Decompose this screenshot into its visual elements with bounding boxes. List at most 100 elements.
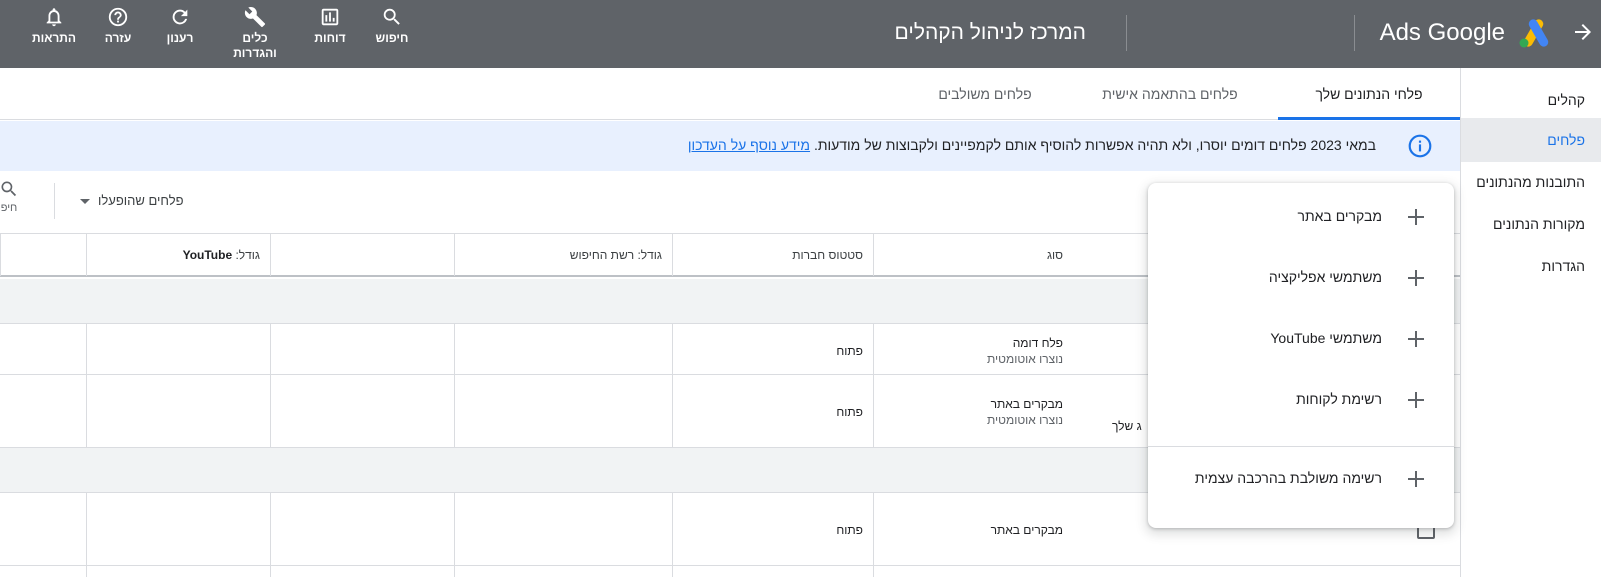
column-extra[interactable] bbox=[0, 234, 86, 276]
reports-icon bbox=[321, 8, 339, 26]
segment-name-partial: ג שלך bbox=[1112, 419, 1142, 433]
refresh-icon bbox=[172, 9, 188, 25]
menu-item-youtube-users[interactable]: משתמשי YouTube bbox=[1148, 309, 1454, 369]
info-icon bbox=[1408, 134, 1432, 158]
tools-label-line2: והגדרות bbox=[233, 46, 277, 60]
cell-size-network bbox=[270, 493, 454, 565]
help-label: עזרה bbox=[104, 31, 132, 45]
brand-divider bbox=[1354, 15, 1355, 51]
cell-size-search bbox=[454, 566, 672, 577]
search-label: חיפוש bbox=[375, 31, 409, 45]
reports-button[interactable]: דוחות bbox=[300, 6, 360, 46]
plus-icon bbox=[1408, 471, 1424, 487]
refresh-label: רענון bbox=[166, 31, 194, 45]
plus-icon bbox=[1408, 331, 1424, 347]
menu-item-website-visitors[interactable]: מבקרים באתר bbox=[1148, 187, 1454, 247]
search-icon bbox=[1, 181, 17, 197]
reports-label: דוחות bbox=[314, 31, 346, 45]
menu-item-custom-combination[interactable]: רשימה משולבת בהרכבה עצמית bbox=[1148, 449, 1454, 509]
cell-status: פתוח bbox=[672, 493, 873, 565]
menu-item-label: משתמשי YouTube bbox=[1270, 330, 1382, 346]
segment-filter-dropdown[interactable]: פלחים שהופעלו bbox=[80, 193, 184, 208]
sidebar-item-settings[interactable]: הגדרות bbox=[1461, 244, 1601, 288]
cell-size-network bbox=[270, 375, 454, 447]
cell-size-youtube bbox=[86, 324, 270, 374]
cell-type bbox=[873, 566, 1073, 577]
caret-down-icon bbox=[80, 199, 90, 205]
sidebar: קהלים פלחים התובנות מהנתונים מקורות הנתו… bbox=[1460, 68, 1601, 577]
column-size-youtube-prefix: גודל: bbox=[232, 248, 260, 262]
add-segment-menu: מבקרים באתר משתמשי אפליקציה משתמשי YouTu… bbox=[1148, 183, 1454, 528]
sidebar-item-data-sources[interactable]: מקורות הנתונים bbox=[1461, 202, 1601, 246]
cell-status: פתוח bbox=[672, 375, 873, 447]
sidebar-item-segments[interactable]: פלחים bbox=[1461, 118, 1601, 162]
help-button[interactable]: עזרה bbox=[88, 6, 148, 46]
help-icon bbox=[108, 7, 128, 27]
cell-status: פתוח bbox=[672, 324, 873, 374]
cell-size-network bbox=[270, 566, 454, 577]
column-size-search-network[interactable] bbox=[270, 234, 454, 276]
filter-divider bbox=[54, 183, 55, 219]
cell-type-name: מבקרים באתר bbox=[990, 397, 1063, 411]
cell-status-text: פתוח bbox=[836, 405, 863, 419]
cell-type-name: פלח דומה bbox=[1012, 336, 1063, 350]
column-membership-status[interactable]: סטטוס חברות bbox=[672, 234, 873, 276]
arrow-icon[interactable] bbox=[1571, 20, 1595, 44]
cell-size-youtube bbox=[86, 566, 270, 577]
page-title: המרכז לניהול הקהלים bbox=[894, 21, 1086, 44]
cell-type: פלח דומה נוצרו אוטומטית bbox=[873, 324, 1073, 374]
cell-status bbox=[672, 566, 873, 577]
menu-item-label: משתמשי אפליקציה bbox=[1268, 269, 1382, 285]
tools-label-line1: כלים bbox=[242, 31, 268, 45]
column-size-youtube[interactable]: גודל: YouTube bbox=[86, 234, 270, 276]
search-icon bbox=[383, 8, 400, 25]
tools-settings-button[interactable]: כלים והגדרות bbox=[225, 6, 285, 61]
refresh-button[interactable]: רענון bbox=[150, 6, 210, 46]
tab-custom-segments[interactable]: פלחים בהתאמה אישית bbox=[1090, 68, 1250, 120]
column-size-search[interactable]: גודל: רשת החיפוש bbox=[454, 234, 672, 276]
cell-size-search bbox=[454, 375, 672, 447]
brand-name: Ads Google bbox=[1379, 19, 1505, 46]
bell-icon bbox=[46, 8, 62, 27]
cell-size-search bbox=[454, 324, 672, 374]
notifications-label: התראות bbox=[31, 31, 77, 45]
plus-icon bbox=[1408, 270, 1424, 286]
plus-icon bbox=[1408, 392, 1424, 408]
table-search-button[interactable]: חיפ bbox=[0, 179, 24, 214]
cell-size-search bbox=[454, 493, 672, 565]
segment-filter-label: פלחים שהופעלו bbox=[98, 193, 184, 208]
column-type[interactable]: סוג bbox=[873, 234, 1073, 276]
cell-type-name: מבקרים באתר bbox=[990, 523, 1063, 537]
cell-size-youtube bbox=[86, 375, 270, 447]
notice-message: במאי 2023 פלחים דומים יוסרו, ולא תהיה אפ… bbox=[813, 137, 1376, 153]
title-divider bbox=[1126, 15, 1127, 51]
table-search-label: חיפ bbox=[0, 202, 18, 214]
tab-combined-segments[interactable]: פלחים משולבים bbox=[920, 68, 1050, 120]
tab-your-data-segments[interactable]: פלחי הנתונים שלך bbox=[1278, 68, 1460, 120]
top-bar: התראות עזרה רענון כלים והגדרות דוחות חיפ… bbox=[0, 0, 1601, 68]
cell-size-network bbox=[270, 324, 454, 374]
cell-type: מבקרים באתר bbox=[873, 493, 1073, 565]
cell-status-text: פתוח bbox=[836, 523, 863, 537]
cell-status-text: פתוח bbox=[836, 344, 863, 358]
menu-divider bbox=[1148, 446, 1454, 447]
menu-item-app-users[interactable]: משתמשי אפליקציה bbox=[1148, 248, 1454, 308]
notice-text: במאי 2023 פלחים דומים יוסרו, ולא תהיה אפ… bbox=[688, 137, 1376, 153]
menu-item-label: מבקרים באתר bbox=[1297, 208, 1382, 224]
menu-item-customer-list[interactable]: רשימת לקוחות bbox=[1148, 370, 1454, 430]
notice-banner: במאי 2023 פלחים דומים יוסרו, ולא תהיה אפ… bbox=[0, 121, 1460, 171]
cell-type-source: נוצרו אוטומטית bbox=[986, 352, 1063, 366]
search-button[interactable]: חיפוש bbox=[362, 6, 422, 46]
cell-type: מבקרים באתר נוצרו אוטומטית bbox=[873, 375, 1073, 447]
table-row[interactable] bbox=[0, 566, 1460, 577]
column-size-youtube-bold: YouTube bbox=[182, 248, 233, 262]
notifications-button[interactable]: התראות bbox=[24, 6, 84, 46]
cell-size-youtube bbox=[86, 493, 270, 565]
wrench-icon bbox=[244, 7, 266, 28]
sidebar-item-audiences[interactable]: קהלים bbox=[1461, 78, 1601, 122]
menu-item-label: רשימה משולבת בהרכבה עצמית bbox=[1194, 470, 1382, 486]
notice-link[interactable]: מידע נוסף על העדכון bbox=[688, 137, 810, 153]
google-ads-logo-icon[interactable] bbox=[1517, 17, 1553, 49]
plus-icon bbox=[1408, 209, 1424, 225]
sidebar-item-insights[interactable]: התובנות מהנתונים bbox=[1461, 160, 1601, 204]
